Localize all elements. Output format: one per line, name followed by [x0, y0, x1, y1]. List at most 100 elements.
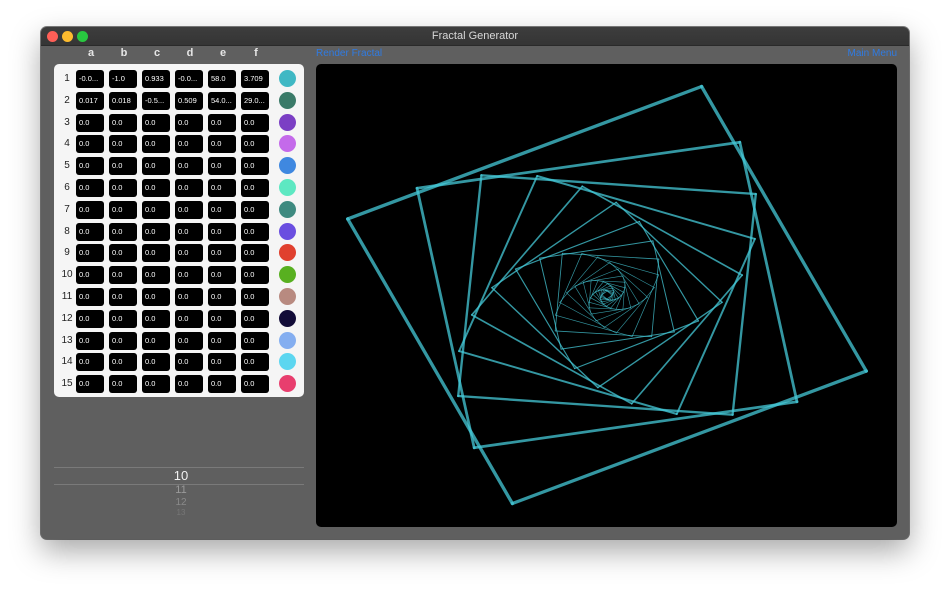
- coefficient-field-e[interactable]: 0.0: [208, 375, 236, 394]
- coefficient-field-c[interactable]: -0.5...: [142, 91, 170, 110]
- coefficient-field-e[interactable]: 0.0: [208, 222, 236, 241]
- coefficient-field-e[interactable]: 0.0: [208, 353, 236, 372]
- coefficient-field-a[interactable]: 0.0: [76, 331, 104, 350]
- coefficient-field-d[interactable]: 0.0: [175, 200, 203, 219]
- coefficient-field-a[interactable]: 0.0: [76, 157, 104, 176]
- coefficient-field-c[interactable]: 0.0: [142, 353, 170, 372]
- coefficient-field-d[interactable]: 0.0: [175, 331, 203, 350]
- color-swatch[interactable]: [279, 309, 296, 327]
- coefficient-field-b[interactable]: 0.0: [109, 375, 137, 394]
- coefficient-field-a[interactable]: 0.0: [76, 266, 104, 285]
- coefficient-field-e[interactable]: 54.0...: [208, 91, 236, 110]
- coefficient-field-a[interactable]: 0.0: [76, 353, 104, 372]
- coefficient-field-f[interactable]: 0.0: [241, 222, 269, 241]
- color-swatch[interactable]: [279, 135, 296, 153]
- coefficient-field-f[interactable]: 0.0: [241, 157, 269, 176]
- coefficient-field-d[interactable]: 0.0: [175, 266, 203, 285]
- coefficient-field-c[interactable]: 0.0: [142, 375, 170, 394]
- coefficient-field-d[interactable]: 0.0: [175, 375, 203, 394]
- color-swatch[interactable]: [279, 266, 296, 284]
- coefficient-field-f[interactable]: 0.0: [241, 353, 269, 372]
- coefficient-field-e[interactable]: 0.0: [208, 288, 236, 306]
- main-menu-button[interactable]: Main Menu: [848, 48, 897, 59]
- coefficient-field-b[interactable]: 0.0: [109, 113, 137, 132]
- coefficient-field-e[interactable]: 0.0: [208, 179, 236, 197]
- render-fractal-button[interactable]: Render Fractal: [316, 48, 382, 59]
- coefficient-field-c[interactable]: 0.0: [142, 309, 170, 328]
- picker-option[interactable]: 12: [54, 497, 308, 508]
- coefficient-field-c[interactable]: 0.0: [142, 266, 170, 285]
- coefficient-field-b[interactable]: 0.0: [109, 200, 137, 219]
- coefficient-field-f[interactable]: 0.0: [241, 200, 269, 219]
- color-swatch[interactable]: [279, 157, 296, 175]
- coefficient-field-b[interactable]: 0.0: [109, 244, 137, 263]
- color-swatch[interactable]: [279, 179, 296, 196]
- coefficient-field-c[interactable]: 0.0: [142, 179, 170, 197]
- color-swatch[interactable]: [279, 288, 296, 305]
- coefficient-field-f[interactable]: 0.0: [241, 309, 269, 328]
- coefficient-field-d[interactable]: 0.0: [175, 157, 203, 176]
- coefficient-field-a[interactable]: 0.0: [76, 288, 104, 306]
- coefficient-field-f[interactable]: 0.0: [241, 179, 269, 197]
- coefficient-field-d[interactable]: 0.0: [175, 309, 203, 328]
- coefficient-field-a[interactable]: 0.0: [76, 375, 104, 394]
- coefficient-field-d[interactable]: 0.0: [175, 135, 203, 154]
- coefficient-field-f[interactable]: 0.0: [241, 288, 269, 306]
- coefficient-field-b[interactable]: 0.0: [109, 135, 137, 154]
- coefficient-field-e[interactable]: 0.0: [208, 331, 236, 350]
- color-swatch[interactable]: [279, 244, 296, 262]
- coefficient-field-a[interactable]: -0.0...: [76, 70, 104, 88]
- coefficient-field-b[interactable]: 0.0: [109, 266, 137, 285]
- coefficient-field-b[interactable]: 0.0: [109, 157, 137, 176]
- coefficient-field-a[interactable]: 0.0: [76, 179, 104, 197]
- fractal-canvas[interactable]: [316, 64, 897, 527]
- coefficient-field-e[interactable]: 0.0: [208, 200, 236, 219]
- coefficient-field-c[interactable]: 0.0: [142, 200, 170, 219]
- color-swatch[interactable]: [279, 113, 296, 131]
- coefficient-field-e[interactable]: 0.0: [208, 309, 236, 328]
- coefficient-field-c[interactable]: 0.0: [142, 157, 170, 176]
- coefficient-field-a[interactable]: 0.0: [76, 200, 104, 219]
- coefficient-field-d[interactable]: -0.0...: [175, 70, 203, 88]
- coefficient-field-b[interactable]: 0.018: [109, 91, 137, 110]
- color-swatch[interactable]: [279, 200, 296, 218]
- picker-option[interactable]: 11: [54, 484, 308, 496]
- coefficient-field-d[interactable]: 0.0: [175, 113, 203, 132]
- coefficient-field-d[interactable]: 0.0: [175, 179, 203, 197]
- coefficient-field-b[interactable]: 0.0: [109, 331, 137, 350]
- coefficient-field-f[interactable]: 0.0: [241, 135, 269, 154]
- coefficient-field-f[interactable]: 3.709: [241, 70, 269, 88]
- picker-option[interactable]: 13: [54, 508, 308, 517]
- color-swatch[interactable]: [279, 353, 296, 371]
- color-swatch[interactable]: [279, 70, 296, 87]
- coefficient-field-c[interactable]: 0.0: [142, 113, 170, 132]
- coefficient-field-f[interactable]: 0.0: [241, 244, 269, 263]
- coefficient-field-c[interactable]: 0.0: [142, 244, 170, 263]
- coefficient-field-a[interactable]: 0.0: [76, 113, 104, 132]
- coefficient-field-e[interactable]: 0.0: [208, 266, 236, 285]
- coefficient-field-c[interactable]: 0.0: [142, 288, 170, 306]
- coefficient-field-b[interactable]: 0.0: [109, 179, 137, 197]
- iteration-picker[interactable]: 10 11 12 13: [54, 467, 304, 517]
- coefficient-field-b[interactable]: 0.0: [109, 309, 137, 328]
- coefficient-field-d[interactable]: 0.0: [175, 222, 203, 241]
- coefficient-field-a[interactable]: 0.017: [76, 91, 104, 110]
- coefficient-field-b[interactable]: -1.0: [109, 70, 137, 88]
- color-swatch[interactable]: [279, 375, 296, 393]
- coefficient-field-d[interactable]: 0.0: [175, 288, 203, 306]
- color-swatch[interactable]: [279, 222, 296, 240]
- coefficient-field-a[interactable]: 0.0: [76, 244, 104, 263]
- picker-selected-value[interactable]: 10: [54, 468, 308, 483]
- coefficient-field-e[interactable]: 0.0: [208, 157, 236, 176]
- coefficient-field-b[interactable]: 0.0: [109, 222, 137, 241]
- color-swatch[interactable]: [279, 331, 296, 349]
- coefficient-field-e[interactable]: 58.0: [208, 70, 236, 88]
- coefficient-field-c[interactable]: 0.0: [142, 331, 170, 350]
- coefficient-field-d[interactable]: 0.509: [175, 91, 203, 110]
- coefficient-field-f[interactable]: 0.0: [241, 331, 269, 350]
- coefficient-field-f[interactable]: 0.0: [241, 113, 269, 132]
- coefficient-field-f[interactable]: 0.0: [241, 375, 269, 394]
- coefficient-field-c[interactable]: 0.0: [142, 222, 170, 241]
- coefficient-field-a[interactable]: 0.0: [76, 309, 104, 328]
- coefficient-field-c[interactable]: 0.0: [142, 135, 170, 154]
